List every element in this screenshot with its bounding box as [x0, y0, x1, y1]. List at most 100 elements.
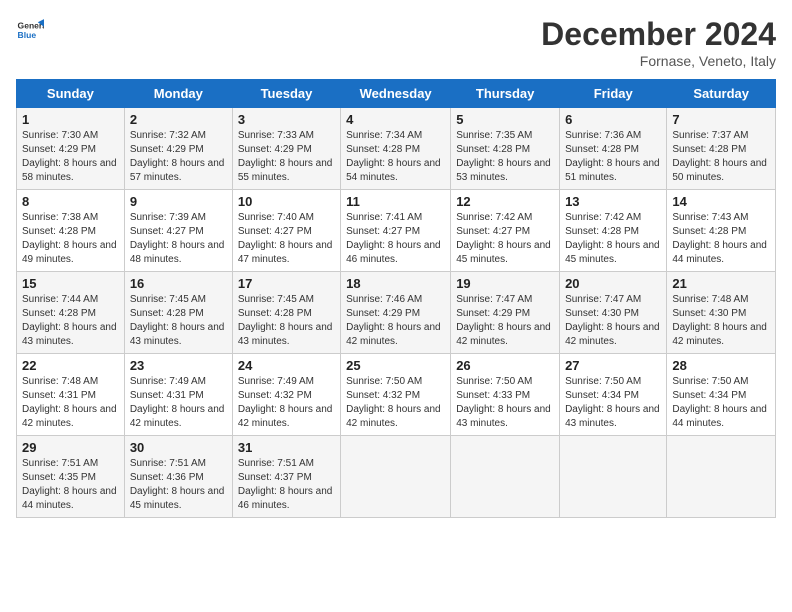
day-number: 22 — [22, 358, 119, 373]
day-cell: 4 Sunrise: 7:34 AMSunset: 4:28 PMDayligh… — [341, 108, 451, 190]
col-sunday: Sunday — [17, 80, 125, 108]
day-number: 5 — [456, 112, 554, 127]
header-row: Sunday Monday Tuesday Wednesday Thursday… — [17, 80, 776, 108]
day-detail: Sunrise: 7:47 AMSunset: 4:30 PMDaylight:… — [565, 294, 660, 347]
day-cell: 12 Sunrise: 7:42 AMSunset: 4:27 PMDaylig… — [451, 190, 560, 272]
day-number: 15 — [22, 276, 119, 291]
calendar-row: 22 Sunrise: 7:48 AMSunset: 4:31 PMDaylig… — [17, 354, 776, 436]
day-number: 11 — [346, 194, 445, 209]
day-number: 13 — [565, 194, 661, 209]
day-detail: Sunrise: 7:49 AMSunset: 4:31 PMDaylight:… — [130, 376, 225, 429]
day-detail: Sunrise: 7:50 AMSunset: 4:32 PMDaylight:… — [346, 376, 441, 429]
svg-text:Blue: Blue — [18, 30, 37, 40]
day-detail: Sunrise: 7:48 AMSunset: 4:30 PMDaylight:… — [672, 294, 767, 347]
day-cell: 17 Sunrise: 7:45 AMSunset: 4:28 PMDaylig… — [232, 272, 340, 354]
day-number: 27 — [565, 358, 661, 373]
day-detail: Sunrise: 7:50 AMSunset: 4:34 PMDaylight:… — [672, 376, 767, 429]
day-detail: Sunrise: 7:49 AMSunset: 4:32 PMDaylight:… — [238, 376, 333, 429]
day-number: 25 — [346, 358, 445, 373]
calendar-table: Sunday Monday Tuesday Wednesday Thursday… — [16, 79, 776, 518]
calendar-body: 1 Sunrise: 7:30 AMSunset: 4:29 PMDayligh… — [17, 108, 776, 518]
col-wednesday: Wednesday — [341, 80, 451, 108]
day-cell: 22 Sunrise: 7:48 AMSunset: 4:31 PMDaylig… — [17, 354, 125, 436]
day-detail: Sunrise: 7:44 AMSunset: 4:28 PMDaylight:… — [22, 294, 117, 347]
day-detail: Sunrise: 7:36 AMSunset: 4:28 PMDaylight:… — [565, 130, 660, 183]
day-cell: 21 Sunrise: 7:48 AMSunset: 4:30 PMDaylig… — [667, 272, 776, 354]
day-detail: Sunrise: 7:42 AMSunset: 4:27 PMDaylight:… — [456, 212, 551, 265]
title-block: December 2024 Fornase, Veneto, Italy — [541, 16, 776, 69]
day-cell: 25 Sunrise: 7:50 AMSunset: 4:32 PMDaylig… — [341, 354, 451, 436]
day-cell: 1 Sunrise: 7:30 AMSunset: 4:29 PMDayligh… — [17, 108, 125, 190]
day-detail: Sunrise: 7:48 AMSunset: 4:31 PMDaylight:… — [22, 376, 117, 429]
col-thursday: Thursday — [451, 80, 560, 108]
calendar-row: 29 Sunrise: 7:51 AMSunset: 4:35 PMDaylig… — [17, 436, 776, 518]
day-number: 6 — [565, 112, 661, 127]
day-number: 9 — [130, 194, 227, 209]
day-cell: 19 Sunrise: 7:47 AMSunset: 4:29 PMDaylig… — [451, 272, 560, 354]
day-number: 10 — [238, 194, 335, 209]
day-cell: 16 Sunrise: 7:45 AMSunset: 4:28 PMDaylig… — [124, 272, 232, 354]
day-detail: Sunrise: 7:50 AMSunset: 4:34 PMDaylight:… — [565, 376, 660, 429]
day-detail: Sunrise: 7:35 AMSunset: 4:28 PMDaylight:… — [456, 130, 551, 183]
day-number: 28 — [672, 358, 770, 373]
day-number: 12 — [456, 194, 554, 209]
day-cell: 11 Sunrise: 7:41 AMSunset: 4:27 PMDaylig… — [341, 190, 451, 272]
day-cell: 14 Sunrise: 7:43 AMSunset: 4:28 PMDaylig… — [667, 190, 776, 272]
col-monday: Monday — [124, 80, 232, 108]
day-number: 16 — [130, 276, 227, 291]
day-detail: Sunrise: 7:37 AMSunset: 4:28 PMDaylight:… — [672, 130, 767, 183]
day-cell: 8 Sunrise: 7:38 AMSunset: 4:28 PMDayligh… — [17, 190, 125, 272]
month-title: December 2024 — [541, 16, 776, 53]
day-number: 31 — [238, 440, 335, 455]
empty-cell — [451, 436, 560, 518]
col-saturday: Saturday — [667, 80, 776, 108]
day-detail: Sunrise: 7:32 AMSunset: 4:29 PMDaylight:… — [130, 130, 225, 183]
logo: General Blue — [16, 16, 44, 44]
day-detail: Sunrise: 7:51 AMSunset: 4:36 PMDaylight:… — [130, 458, 225, 511]
calendar-row: 8 Sunrise: 7:38 AMSunset: 4:28 PMDayligh… — [17, 190, 776, 272]
calendar-row: 15 Sunrise: 7:44 AMSunset: 4:28 PMDaylig… — [17, 272, 776, 354]
day-detail: Sunrise: 7:34 AMSunset: 4:28 PMDaylight:… — [346, 130, 441, 183]
day-detail: Sunrise: 7:40 AMSunset: 4:27 PMDaylight:… — [238, 212, 333, 265]
day-detail: Sunrise: 7:51 AMSunset: 4:35 PMDaylight:… — [22, 458, 117, 511]
day-detail: Sunrise: 7:45 AMSunset: 4:28 PMDaylight:… — [130, 294, 225, 347]
day-detail: Sunrise: 7:47 AMSunset: 4:29 PMDaylight:… — [456, 294, 551, 347]
day-cell: 23 Sunrise: 7:49 AMSunset: 4:31 PMDaylig… — [124, 354, 232, 436]
col-tuesday: Tuesday — [232, 80, 340, 108]
day-cell: 20 Sunrise: 7:47 AMSunset: 4:30 PMDaylig… — [560, 272, 667, 354]
day-cell: 9 Sunrise: 7:39 AMSunset: 4:27 PMDayligh… — [124, 190, 232, 272]
day-number: 26 — [456, 358, 554, 373]
day-number: 3 — [238, 112, 335, 127]
day-detail: Sunrise: 7:51 AMSunset: 4:37 PMDaylight:… — [238, 458, 333, 511]
col-friday: Friday — [560, 80, 667, 108]
empty-cell — [341, 436, 451, 518]
day-detail: Sunrise: 7:38 AMSunset: 4:28 PMDaylight:… — [22, 212, 117, 265]
day-number: 7 — [672, 112, 770, 127]
day-cell: 5 Sunrise: 7:35 AMSunset: 4:28 PMDayligh… — [451, 108, 560, 190]
day-number: 20 — [565, 276, 661, 291]
day-number: 30 — [130, 440, 227, 455]
day-detail: Sunrise: 7:45 AMSunset: 4:28 PMDaylight:… — [238, 294, 333, 347]
day-cell: 30 Sunrise: 7:51 AMSunset: 4:36 PMDaylig… — [124, 436, 232, 518]
day-number: 14 — [672, 194, 770, 209]
day-number: 17 — [238, 276, 335, 291]
day-number: 24 — [238, 358, 335, 373]
day-number: 23 — [130, 358, 227, 373]
day-cell: 18 Sunrise: 7:46 AMSunset: 4:29 PMDaylig… — [341, 272, 451, 354]
day-number: 2 — [130, 112, 227, 127]
empty-cell — [667, 436, 776, 518]
day-detail: Sunrise: 7:43 AMSunset: 4:28 PMDaylight:… — [672, 212, 767, 265]
day-cell: 3 Sunrise: 7:33 AMSunset: 4:29 PMDayligh… — [232, 108, 340, 190]
day-cell: 26 Sunrise: 7:50 AMSunset: 4:33 PMDaylig… — [451, 354, 560, 436]
day-detail: Sunrise: 7:42 AMSunset: 4:28 PMDaylight:… — [565, 212, 660, 265]
day-detail: Sunrise: 7:33 AMSunset: 4:29 PMDaylight:… — [238, 130, 333, 183]
day-cell: 15 Sunrise: 7:44 AMSunset: 4:28 PMDaylig… — [17, 272, 125, 354]
day-number: 19 — [456, 276, 554, 291]
day-number: 8 — [22, 194, 119, 209]
calendar-row: 1 Sunrise: 7:30 AMSunset: 4:29 PMDayligh… — [17, 108, 776, 190]
day-cell: 2 Sunrise: 7:32 AMSunset: 4:29 PMDayligh… — [124, 108, 232, 190]
day-number: 4 — [346, 112, 445, 127]
day-number: 1 — [22, 112, 119, 127]
empty-cell — [560, 436, 667, 518]
day-cell: 29 Sunrise: 7:51 AMSunset: 4:35 PMDaylig… — [17, 436, 125, 518]
